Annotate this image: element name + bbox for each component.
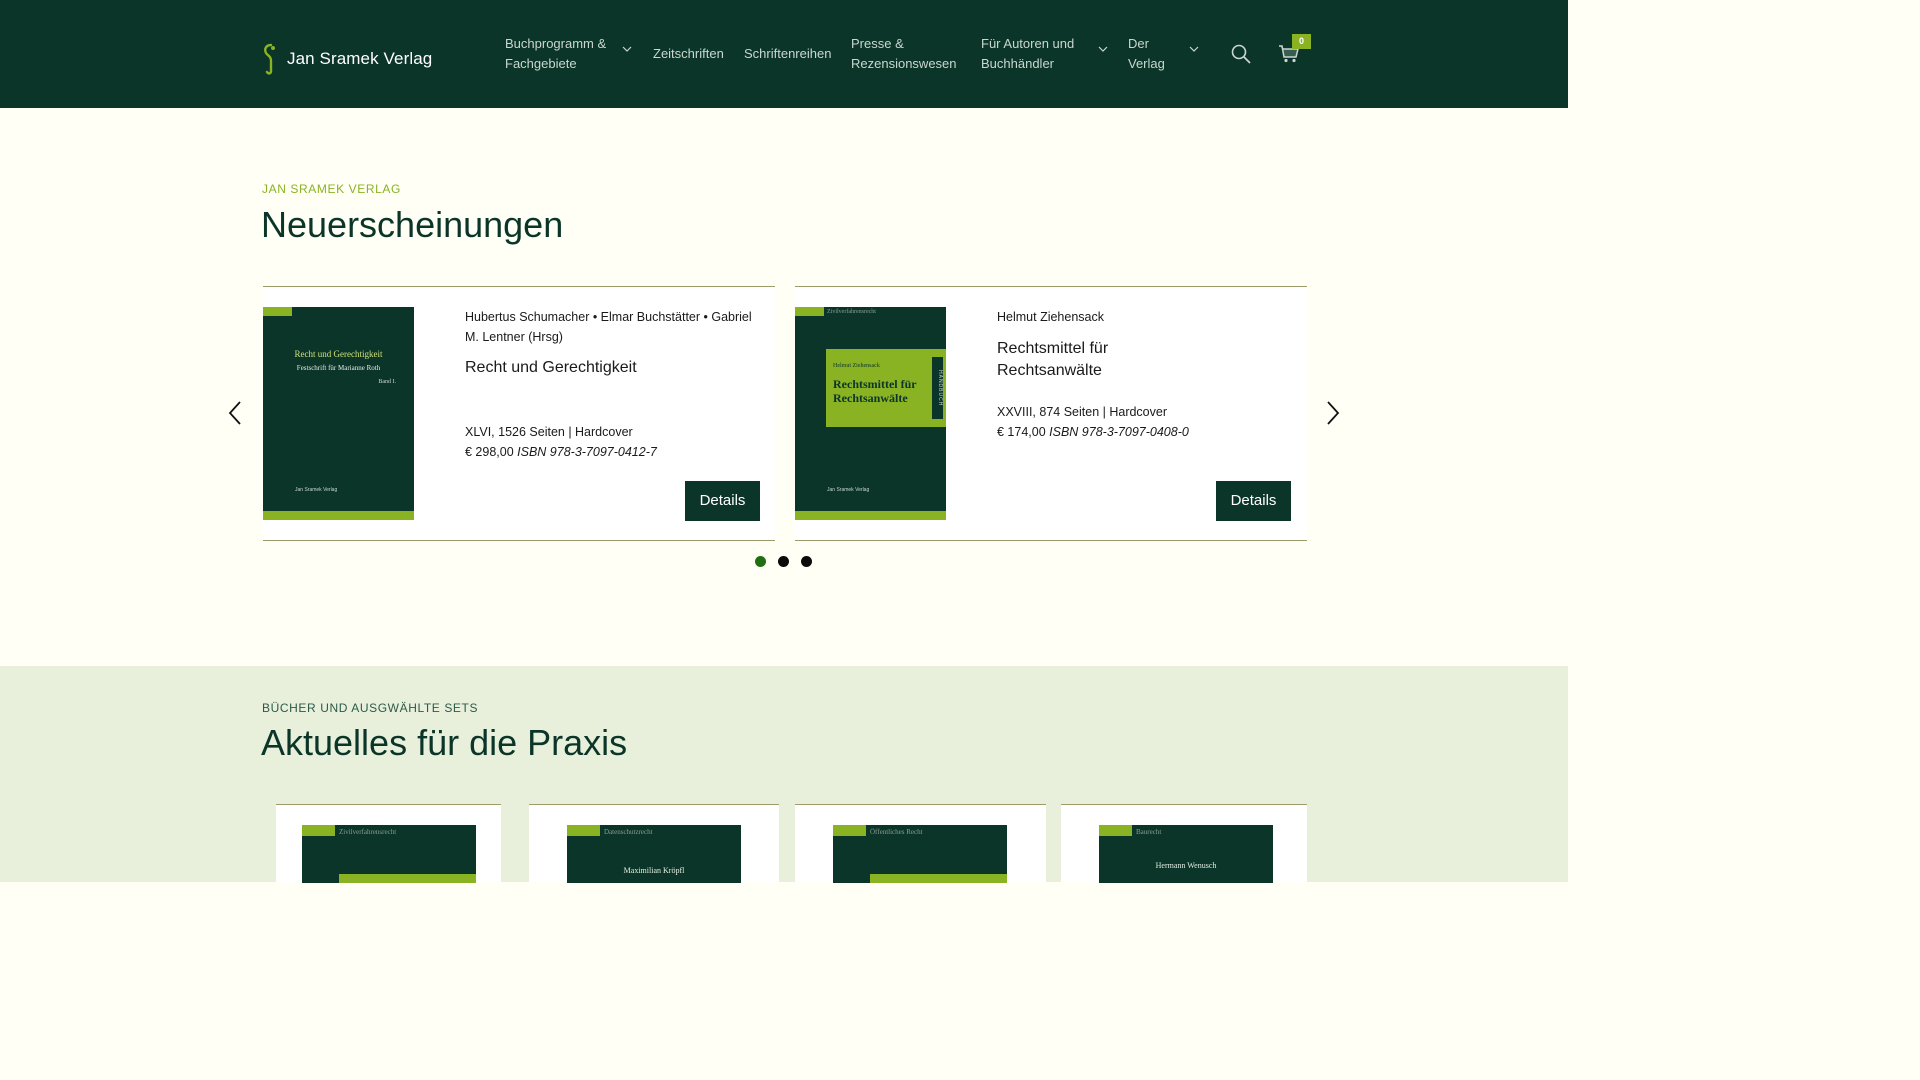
book-price: € 174,00 — [997, 425, 1046, 439]
book-pages: XLVI, 1526 Seiten | Hardcover — [465, 425, 633, 439]
cover-band — [339, 874, 476, 883]
product-card[interactable]: Datenschutzrecht Maximilian Kröpfl — [529, 804, 779, 883]
book-card: Zivilverfahrensrecht Helmut Ziehensack R… — [795, 286, 1307, 541]
carousel-pagination — [755, 556, 812, 567]
cover-tab — [833, 825, 866, 836]
book-isbn: ISBN 978-3-7097-0408-0 — [1049, 425, 1189, 439]
nav-label-line2: Fachgebiete — [505, 56, 577, 71]
cover-tab — [302, 825, 335, 836]
cover-title: Recht und Gerechtigkeit — [294, 349, 383, 359]
search-icon[interactable] — [1231, 44, 1251, 64]
cover-tab — [263, 307, 292, 316]
site-header: Jan Sramek Verlag Buchprogramm & Fachgeb… — [0, 0, 1568, 108]
nav-label-line2: Rezensionswesen — [851, 56, 957, 71]
book-cover: Datenschutzrecht Maximilian Kröpfl — [567, 825, 741, 883]
book-cover: Öffentliches Recht — [833, 825, 1007, 883]
section-title: Neuerscheinungen — [261, 204, 564, 245]
logo-text: Jan Sramek Verlag — [287, 49, 433, 68]
book-authors: Helmut Ziehensack — [997, 310, 1104, 324]
praxis-section — [0, 666, 1568, 882]
logo[interactable]: Jan Sramek Verlag — [262, 43, 432, 75]
nav-label-line2: Verlag — [1128, 56, 1165, 71]
nav-label-line2: Buchhändler — [981, 56, 1054, 71]
cover-series: Zivilverfahrensrecht — [827, 309, 876, 315]
cover-tab — [567, 825, 600, 836]
cover-series: Zivilverfahrensrecht — [339, 828, 397, 836]
chevron-down-icon — [1098, 46, 1108, 52]
book-price-line: € 298,00 ISBN 978-3-7097-0412-7 — [465, 442, 657, 462]
product-card[interactable]: Baurecht Hermann Wenusch — [1061, 804, 1307, 883]
cover-title-line2: Rechtsanwälte — [833, 391, 908, 405]
nav-label: Zeitschriften — [653, 46, 724, 61]
product-card[interactable]: Öffentliches Recht — [795, 804, 1046, 883]
book-card: Recht und Gerechtigkeit Festschrift für … — [263, 286, 775, 541]
book-cover[interactable]: Zivilverfahrensrecht Helmut Ziehensack R… — [795, 307, 946, 520]
cover-publisher: Jan Sramek Verlag — [827, 487, 870, 493]
book-cover: Zivilverfahrensrecht — [302, 825, 476, 883]
logo-mark-icon — [264, 43, 275, 75]
cover-spine: HANDBUCH — [932, 357, 943, 419]
carousel-dot[interactable] — [801, 556, 812, 567]
cover-title-line1: Rechtsmittel für — [833, 377, 917, 391]
chevron-down-icon — [1189, 46, 1199, 52]
cover-volume: Band I. — [378, 379, 396, 385]
cover-title: Rechtsmittel für Rechtsanwälte — [833, 377, 917, 405]
book-isbn: ISBN 978-3-7097-0412-7 — [517, 445, 657, 459]
cover-band — [263, 511, 414, 520]
nav-zeitschriften[interactable]: Zeitschriften — [653, 44, 724, 64]
cover-band — [795, 511, 946, 520]
book-cover[interactable]: Recht und Gerechtigkeit Festschrift für … — [263, 307, 414, 520]
nav-verlag[interactable]: Der Verlag — [1128, 34, 1200, 74]
cover-publisher: Jan Sramek Verlag — [295, 487, 338, 493]
book-authors: Hubertus Schumacher • Elmar Buchstätter … — [465, 310, 752, 344]
nav-label-line1: Für Autoren und — [981, 36, 1075, 51]
carousel-dot[interactable] — [755, 556, 766, 567]
cart-count-badge: 0 — [1292, 34, 1311, 49]
chevron-down-icon — [622, 46, 632, 52]
cover-subtitle: Festschrift für Marianne Roth — [296, 364, 381, 372]
chevron-right-icon[interactable] — [1326, 401, 1340, 425]
nav-autoren[interactable]: Für Autoren und Buchhändler — [981, 34, 1109, 74]
book-pages: XXVIII, 874 Seiten | Hardcover — [997, 405, 1168, 419]
book-cover: Baurecht Hermann Wenusch — [1099, 825, 1273, 883]
nav-buchprogramm[interactable]: Buchprogramm & Fachgebiete — [505, 34, 635, 74]
cover-author: Helmut Ziehensack — [833, 363, 880, 369]
details-button[interactable]: Details — [685, 481, 760, 521]
section-eyebrow: Jan Sramek Verlag — [262, 182, 401, 196]
section-title: Aktuelles für die Praxis — [261, 722, 628, 763]
nav-schriftenreihen[interactable]: Schriftenreihen — [744, 44, 831, 64]
cover-series: Datenschutzrecht — [604, 828, 653, 836]
book-price-line: € 174,00 ISBN 978-3-7097-0408-0 — [997, 422, 1189, 442]
book-title: Recht und Gerechtigkeit — [465, 359, 637, 376]
cover-band — [870, 874, 1007, 883]
book-title: Rechtsmittel für Rechtsanwälte — [997, 340, 1109, 379]
section-eyebrow: Bücher und ausgwählte Sets — [262, 701, 479, 715]
cover-series: Öffentliches Recht — [870, 828, 923, 836]
carousel-dot[interactable] — [778, 556, 789, 567]
details-button[interactable]: Details — [1216, 481, 1291, 521]
nav-label: Schriftenreihen — [744, 46, 832, 61]
cover-author: Maximilian Kröpfl — [623, 866, 685, 875]
chevron-left-icon[interactable] — [228, 401, 242, 425]
nav-label-line1: Buchprogramm & — [505, 36, 607, 51]
book-price: € 298,00 — [465, 445, 514, 459]
cover-tab — [795, 307, 824, 316]
nav-label-line1: Presse & — [851, 36, 904, 51]
product-card[interactable]: Zivilverfahrensrecht — [276, 804, 501, 883]
cover-series: Baurecht — [1136, 828, 1162, 836]
cover-author: Hermann Wenusch — [1155, 861, 1217, 870]
cover-tab — [1099, 825, 1132, 836]
nav-presse[interactable]: Presse & Rezensionswesen — [851, 34, 957, 74]
